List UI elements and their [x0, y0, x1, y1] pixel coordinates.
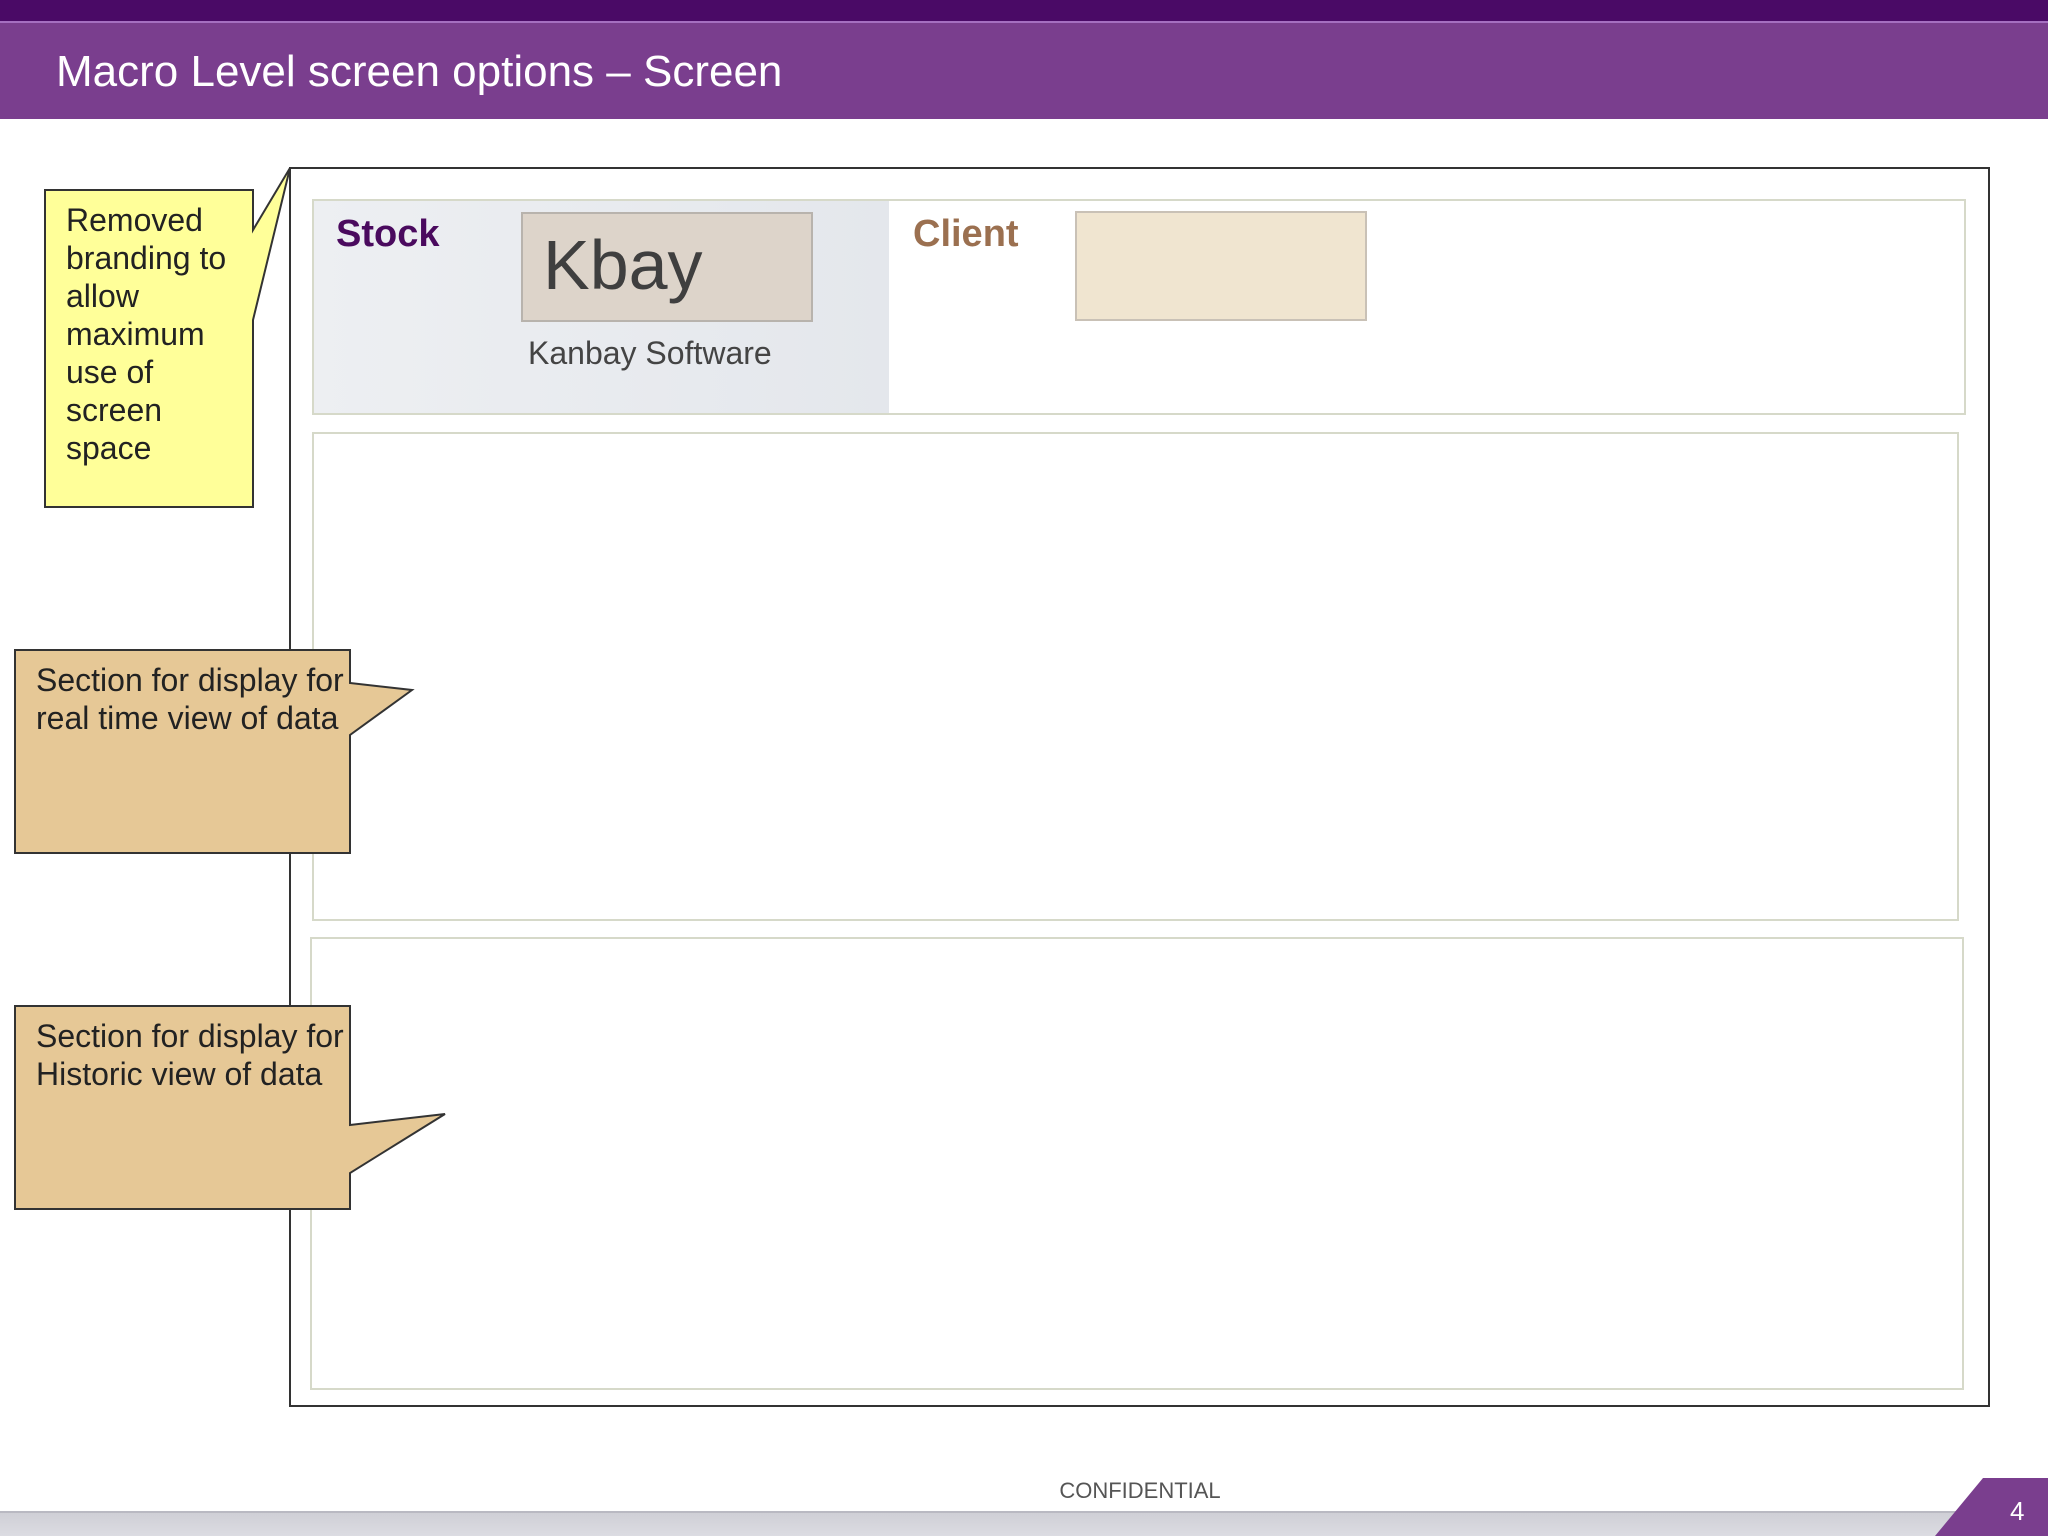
callout-shapes: [14, 167, 446, 1210]
footer-bar: [0, 1511, 2048, 1536]
confidential-label: CONFIDENTIAL: [1059, 1478, 1221, 1503]
branding-callout-text: Removed branding to allow maximum use of…: [66, 202, 227, 466]
page-number-tab: [1935, 1478, 2048, 1536]
realtime-callout-text: Section for display for real time view o…: [36, 662, 344, 736]
historic-callout-text: Section for display for Historic view of…: [36, 1018, 344, 1092]
page-number: 4: [2010, 1496, 2025, 1526]
